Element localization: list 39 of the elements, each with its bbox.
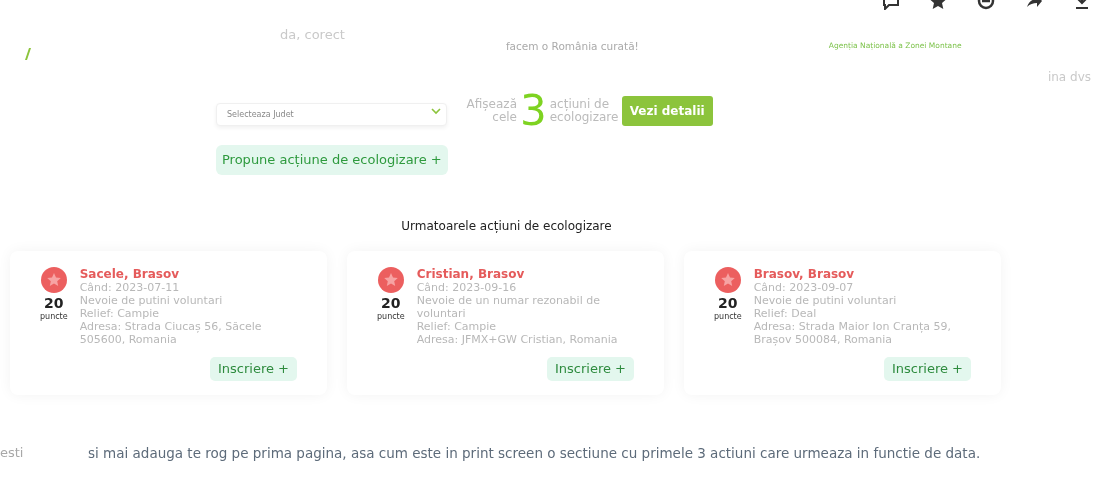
points-value: 20: [381, 294, 401, 311]
action-detail: Relief: Deal: [753, 306, 818, 320]
action-detail: Nevoie de putini voluntari: [79, 293, 224, 307]
points-label: puncte: [40, 310, 68, 323]
message-text: si mai adauga te rog pe prima pagina, asa cum este in print screen o sectiune cu primele 3 actiuni care urmeaza in functie de data.: [88, 443, 981, 463]
star-badge-icon: [377, 266, 404, 293]
action-detail: Nevoie de putini voluntari: [753, 293, 898, 307]
action-title: Brasov, Brasov: [753, 266, 856, 281]
star-badge-icon: [714, 266, 741, 293]
star-badge-icon: [40, 266, 67, 293]
slogan-text: facem o România curată!: [505, 39, 639, 55]
action-title: Cristian, Brasov: [416, 266, 526, 281]
action-detail: Când: 2023-09-16: [416, 280, 518, 294]
signup-button[interactable]: Inscriere +: [883, 357, 971, 381]
stat-count: 3: [520, 93, 547, 129]
action-detail: Când: 2023-09-07: [753, 280, 855, 294]
action-detail: Adresa: Strada Ciucaș 56, Săcele 505600, Romania: [79, 319, 263, 346]
points-value: 20: [44, 294, 64, 311]
message-text: esti: [0, 443, 25, 462]
signup-button[interactable]: Inscriere +: [546, 357, 634, 381]
chevron-icon: [431, 107, 441, 115]
action-detail: Relief: Campie: [416, 319, 498, 333]
section-title: Urmatoarele acțiuni de ecologizare: [400, 217, 613, 235]
points-label: puncte: [377, 310, 405, 323]
points-label: puncte: [714, 310, 742, 323]
action-detail: Adresa: JFMX+GW Cristian, Romania: [416, 332, 619, 346]
signup-button[interactable]: Inscriere +: [209, 357, 297, 381]
action-title: Sacele, Brasov: [79, 266, 181, 281]
county-select[interactable]: Selecteaza Judet: [216, 102, 447, 126]
details-button[interactable]: Vezi detalii: [621, 96, 713, 126]
stat-label: Afișează cele: [465, 98, 517, 124]
logo-icon: [25, 48, 31, 60]
action-detail: Nevoie de un numar rezonabil de voluntari: [416, 293, 601, 320]
action-detail: Când: 2023-07-11: [79, 280, 181, 294]
points-value: 20: [718, 294, 738, 311]
action-detail: Adresa: Strada Maior Ion Cranța 59, Brașov 500084, Romania: [753, 319, 952, 346]
stat-label: acțiuni de ecologizare: [549, 98, 620, 124]
propose-button[interactable]: Propune acțiune de ecologizare +: [216, 145, 448, 175]
action-detail: Relief: Campie: [79, 306, 161, 320]
